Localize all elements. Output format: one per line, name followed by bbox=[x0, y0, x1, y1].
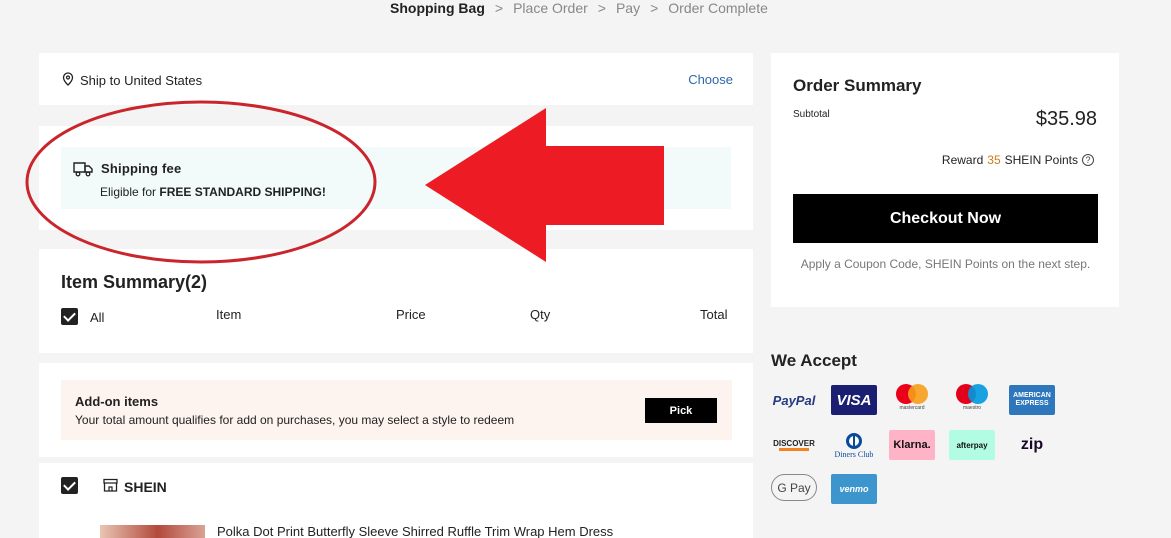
shipping-fee-title: Shipping fee bbox=[101, 161, 182, 176]
paypal-icon: PayPal bbox=[772, 392, 816, 408]
step-separator: > bbox=[494, 0, 504, 16]
step-separator: > bbox=[597, 0, 606, 16]
step-order-complete: Order Complete bbox=[668, 0, 768, 16]
pick-button[interactable]: Pick bbox=[645, 398, 717, 423]
shop-name: SHEIN bbox=[103, 478, 167, 495]
maestro-icon: maestro bbox=[949, 382, 995, 412]
step-shopping-bag: Shopping Bag bbox=[390, 0, 485, 16]
column-item: Item bbox=[216, 307, 242, 322]
afterpay-icon: afterpay bbox=[949, 430, 995, 460]
mastercard-icon: mastercard bbox=[889, 382, 935, 412]
product-thumbnail[interactable] bbox=[100, 525, 205, 538]
item-summary-title: Item Summary(2) bbox=[61, 272, 208, 292]
shipping-fee-banner: Shipping fee Eligible for FREE STANDARD … bbox=[61, 147, 731, 209]
shop-group-card: SHEIN Polka Dot Print Butterfly Sleeve S… bbox=[39, 463, 753, 538]
subtotal-value: $35.98 bbox=[1035, 108, 1097, 130]
ship-location-text: Ship to United States bbox=[80, 73, 203, 88]
amex-icon: AMERICAN EXPRESS bbox=[1009, 385, 1055, 415]
step-separator: > bbox=[650, 0, 659, 16]
help-icon[interactable]: ? bbox=[1082, 154, 1094, 166]
step-pay: Pay bbox=[615, 0, 641, 16]
order-summary-card: Order Summary Subtotal $35.98 Reward 35 … bbox=[771, 53, 1119, 307]
truck-icon bbox=[73, 161, 93, 182]
checkout-now-button[interactable]: Checkout Now bbox=[793, 194, 1098, 243]
free-shipping-text: FREE STANDARD SHIPPING! bbox=[159, 185, 326, 199]
coupon-note: Apply a Coupon Code, SHEIN Points on the… bbox=[800, 257, 1091, 271]
reward-suffix: SHEIN Points bbox=[1004, 153, 1078, 167]
klarna-icon: Klarna. bbox=[889, 430, 935, 460]
select-all-checkbox[interactable] bbox=[61, 308, 78, 325]
subtotal-label: Subtotal bbox=[793, 109, 830, 120]
addon-title: Add-on items bbox=[75, 394, 159, 409]
shop-name-text: SHEIN bbox=[124, 478, 167, 495]
venmo-icon: venmo bbox=[831, 474, 877, 504]
visa-icon: VISA bbox=[831, 385, 877, 415]
ship-location: Ship to United States bbox=[62, 72, 202, 89]
order-summary-title: Order Summary bbox=[793, 76, 922, 95]
diners-club-icon: Diners Club bbox=[831, 430, 877, 460]
reward-points-value: 35 bbox=[987, 153, 1001, 167]
step-place-order: Place Order bbox=[513, 0, 588, 16]
location-pin-icon bbox=[62, 72, 74, 89]
checkout-steps: Shopping Bag > Place Order > Pay > Order… bbox=[390, 0, 768, 18]
item-summary-card: Item Summary(2) All Item Price Qty Total bbox=[39, 249, 753, 353]
shipping-fee-subtitle: Eligible for FREE STANDARD SHIPPING! bbox=[100, 185, 326, 199]
column-qty: Qty bbox=[530, 307, 551, 322]
shipping-fee-prefix: Eligible for bbox=[100, 185, 160, 199]
column-price: Price bbox=[396, 307, 426, 322]
discover-icon: DISCOVER bbox=[771, 430, 817, 460]
addon-banner: Add-on items Your total amount qualifies… bbox=[61, 380, 732, 440]
zip-icon: zip bbox=[1020, 436, 1044, 453]
select-all-label: All bbox=[90, 310, 105, 325]
we-accept-title: We Accept bbox=[771, 351, 857, 370]
product-title[interactable]: Polka Dot Print Butterfly Sleeve Shirred… bbox=[217, 524, 613, 538]
shop-select-checkbox[interactable] bbox=[61, 477, 78, 494]
addon-subtitle: Your total amount qualifies for add on p… bbox=[75, 413, 515, 427]
reward-points: Reward 35 SHEIN Points ? bbox=[942, 153, 1094, 167]
reward-prefix: Reward bbox=[941, 153, 984, 167]
shipping-fee-card: Shipping fee Eligible for FREE STANDARD … bbox=[39, 126, 753, 230]
ship-to-card: Ship to United States Choose bbox=[39, 53, 753, 105]
store-icon bbox=[103, 478, 118, 495]
addon-items-card: Add-on items Your total amount qualifies… bbox=[39, 363, 753, 457]
choose-location-link[interactable]: Choose bbox=[688, 72, 733, 87]
column-total: Total bbox=[700, 307, 728, 322]
google-pay-icon: G Pay bbox=[771, 474, 817, 501]
